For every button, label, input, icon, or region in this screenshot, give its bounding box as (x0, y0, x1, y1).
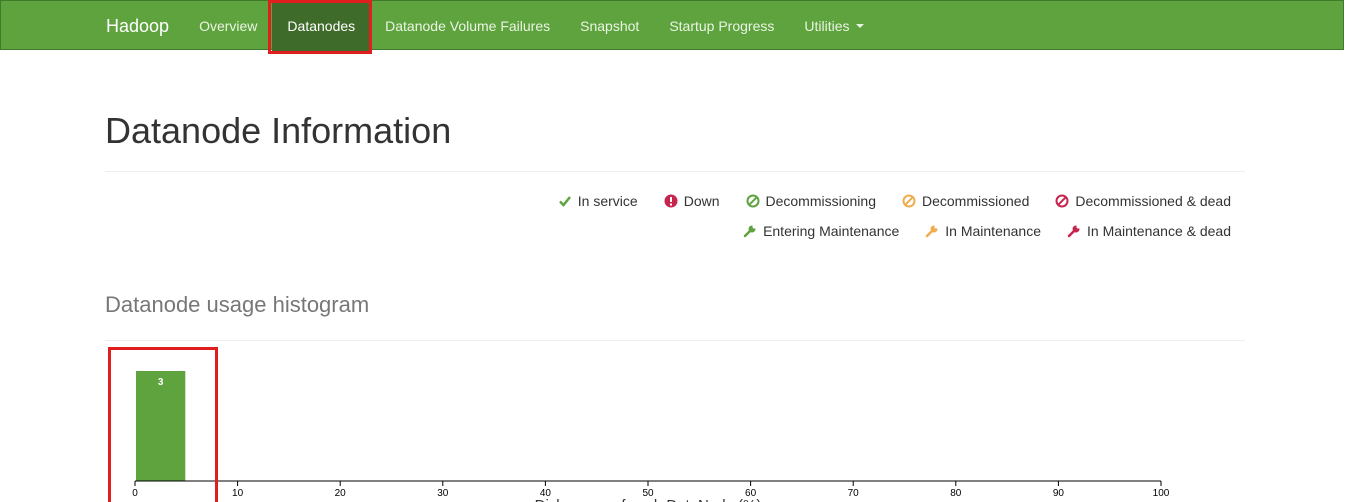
legend-label: Decommissioned (921, 193, 1030, 209)
wrench-icon (1067, 225, 1080, 238)
title-divider (105, 171, 1245, 172)
nav-overview[interactable]: Overview (184, 1, 272, 51)
usage-histogram-chart: 30102030405060708090100Disk usage of eac… (132, 371, 1170, 502)
legend-label: Entering Maintenance (763, 223, 900, 239)
legend-decommissioning: Decommissioning (746, 193, 876, 209)
legend-decommissioned-dead: Decommissioned & dead (1055, 193, 1231, 209)
histogram-title: Datanode usage histogram (105, 292, 370, 317)
legend-in-maintenance-dead: In Maintenance & dead (1067, 223, 1231, 239)
legend-label: In Maintenance (945, 223, 1041, 239)
ban-icon (902, 194, 916, 208)
x-tick-label: 10 (232, 488, 244, 499)
caret-down-icon (855, 24, 864, 28)
legend-in-service: In service (558, 193, 638, 209)
top-navbar: Hadoop Overview Datanodes Datanode Volum… (0, 0, 1344, 51)
legend-label: Decommissioned & dead (1075, 193, 1231, 209)
ban-icon (746, 194, 759, 208)
nav-utilities-label: Utilities (804, 18, 850, 34)
wrench-icon (926, 225, 938, 238)
x-tick-label: 70 (848, 488, 860, 499)
legend-label: Decommissioning (765, 193, 876, 209)
checkmark-icon (558, 196, 571, 207)
nav-container: Hadoop Overview Datanodes Datanode Volum… (91, 1, 879, 51)
wrench-icon (743, 225, 756, 238)
legend-label: Down (683, 193, 720, 209)
x-tick-label: 0 (132, 488, 138, 499)
bar-count-label: 3 (158, 377, 164, 388)
nav-snapshot[interactable]: Snapshot (565, 1, 654, 51)
x-tick-label: 100 (1153, 488, 1170, 499)
legend-in-maintenance: In Maintenance (925, 223, 1041, 239)
x-tick-label: 80 (950, 488, 962, 499)
legend-down: Down (664, 193, 720, 209)
nav-utilities-dropdown[interactable]: Utilities (789, 1, 878, 51)
nav-startup-progress[interactable]: Startup Progress (654, 1, 789, 51)
x-tick-label: 30 (437, 488, 449, 499)
exclamation-circle-icon (664, 194, 678, 208)
legend-decommissioned: Decommissioned (902, 193, 1029, 209)
x-tick-label: 90 (1053, 488, 1065, 499)
ban-icon (1055, 194, 1069, 208)
brand-link[interactable]: Hadoop (91, 1, 184, 51)
legend-label: In Maintenance & dead (1087, 223, 1231, 239)
x-axis-label: Disk usage of each DataNode (%) (535, 497, 762, 502)
legend-row-2: Entering Maintenance In Maintenance In M… (743, 223, 1231, 239)
legend-entering-maintenance: Entering Maintenance (743, 223, 899, 239)
legend-row-1: In service Down Decommissioning Decommis… (558, 193, 1231, 209)
legend-label: In service (577, 193, 638, 209)
nav-datanode-volume-failures[interactable]: Datanode Volume Failures (370, 1, 565, 51)
page-title: Datanode Information (105, 110, 452, 151)
x-tick-label: 20 (335, 488, 347, 499)
nav-datanodes[interactable]: Datanodes (272, 1, 371, 51)
